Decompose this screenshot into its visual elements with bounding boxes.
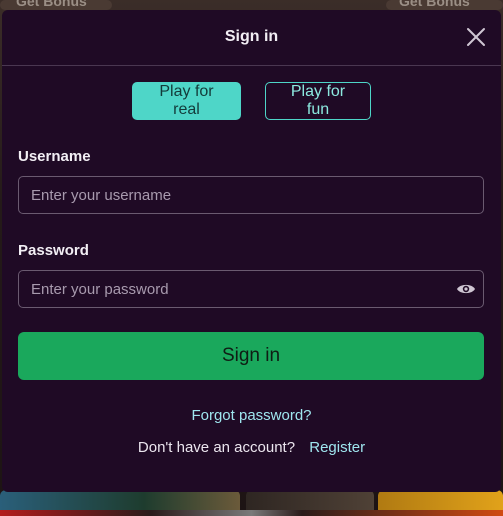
sign-in-modal: Sign in Play for real Play for fun Usern… xyxy=(2,10,501,492)
show-password-toggle[interactable] xyxy=(456,282,476,296)
forgot-password-link[interactable]: Forgot password? xyxy=(2,407,501,424)
modal-title: Sign in xyxy=(224,28,279,45)
close-button[interactable] xyxy=(465,26,487,48)
register-prompt: Don't have an account? xyxy=(137,439,296,456)
game-thumbnail-strip xyxy=(0,510,503,516)
bonus-label: Get Bonus xyxy=(399,0,470,9)
register-link[interactable]: Register xyxy=(309,439,365,456)
play-mode-toggle: Play for real Play for fun xyxy=(2,82,501,120)
register-row: Don't have an account? Register xyxy=(2,439,501,456)
sign-in-button[interactable]: Sign in xyxy=(18,332,484,380)
eye-icon xyxy=(457,284,475,294)
password-input[interactable] xyxy=(18,270,484,308)
password-label: Password xyxy=(18,242,89,259)
play-for-fun-button[interactable]: Play for fun xyxy=(265,82,371,120)
close-icon xyxy=(467,28,485,46)
username-label: Username xyxy=(18,148,91,165)
username-input[interactable] xyxy=(18,176,484,214)
play-for-real-button[interactable]: Play for real xyxy=(132,82,241,120)
modal-header: Sign in xyxy=(2,10,501,66)
bonus-label: Get Bonus xyxy=(16,0,87,9)
